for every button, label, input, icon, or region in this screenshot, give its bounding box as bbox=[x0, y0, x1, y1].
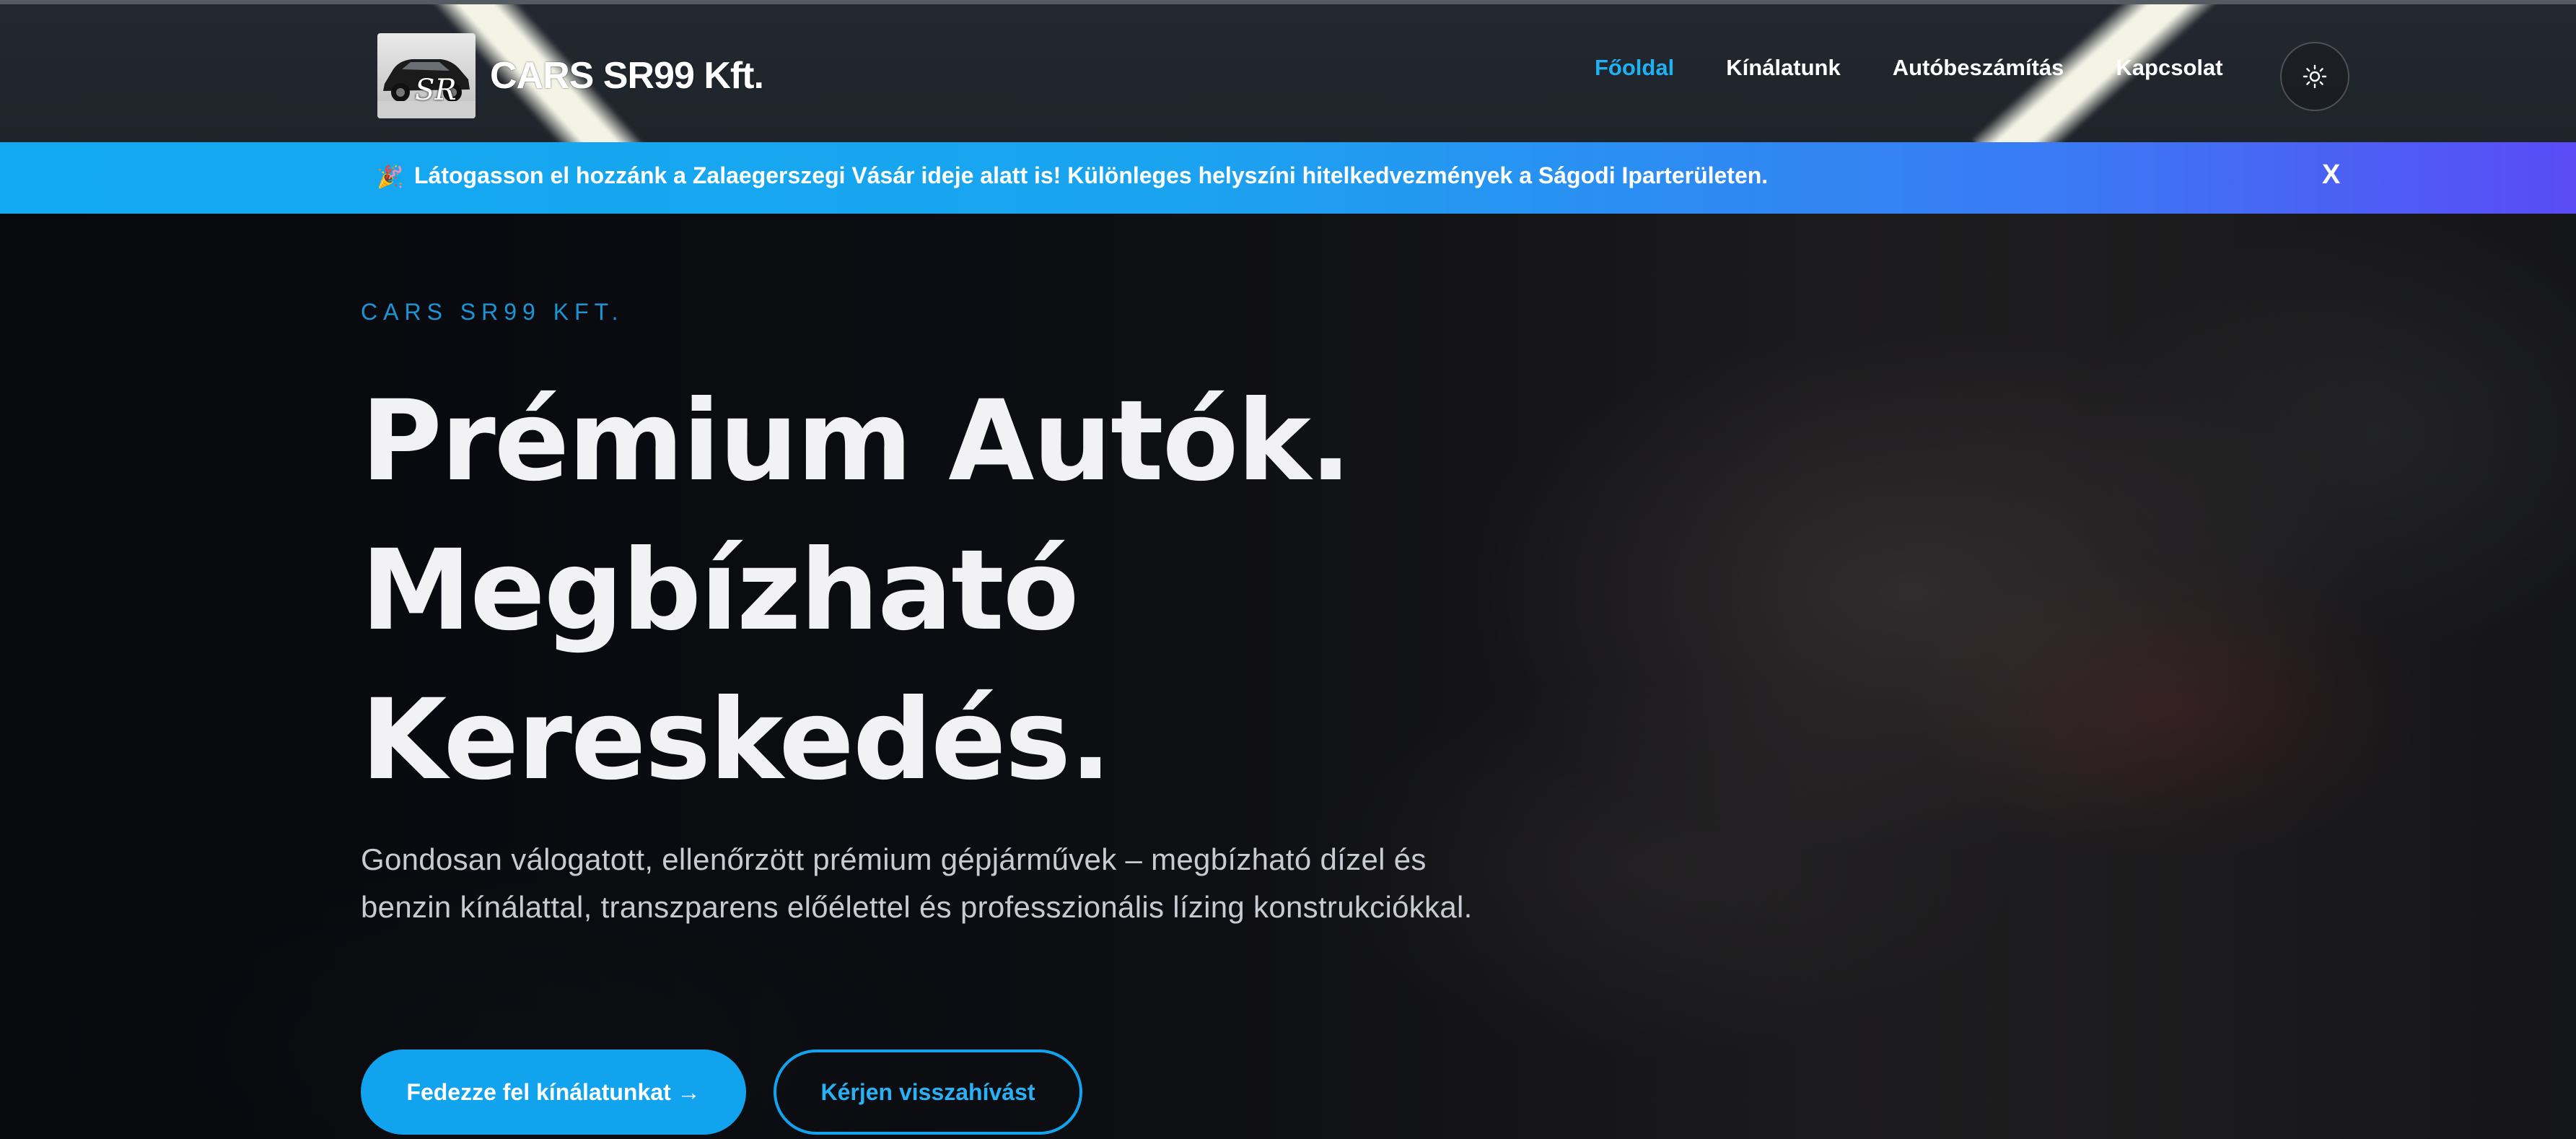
hero-headline: Prémium Autók. Megbízható Kereskedés. bbox=[361, 367, 1351, 815]
logo-letters: SR bbox=[415, 74, 457, 107]
headline-line: Kereskedés. bbox=[361, 676, 1112, 805]
page: SR CARS SR99 Kft. Főoldal Kínálatunk Aut… bbox=[0, 0, 2576, 1139]
party-popper-icon: 🎉 bbox=[377, 165, 404, 189]
announcement-close-button[interactable]: X bbox=[2322, 160, 2340, 191]
nav-link-offers[interactable]: Kínálatunk bbox=[1726, 55, 1840, 81]
nav-link-contact[interactable]: Kapcsolat bbox=[2116, 55, 2222, 81]
theme-toggle-button[interactable] bbox=[2280, 42, 2349, 111]
nav-link-trade-in[interactable]: Autóbeszámítás bbox=[1893, 55, 2064, 81]
sun-icon bbox=[2303, 64, 2327, 89]
announcement-bar: 🎉 Látogasson el hozzánk a Zalaegerszegi … bbox=[0, 142, 2576, 214]
hero-description: Gondosan válogatott, ellenőrzött prémium… bbox=[361, 842, 1473, 924]
nav-link-home[interactable]: Főoldal bbox=[1595, 55, 1674, 81]
announcement-text: Látogasson el hozzánk a Zalaegerszegi Vá… bbox=[414, 162, 1769, 188]
explore-offers-button[interactable]: Fedezze fel kínálatunkat → bbox=[361, 1049, 746, 1135]
main-nav: Főoldal Kínálatunk Autóbeszámítás Kapcso… bbox=[1595, 55, 2223, 81]
site-header: SR CARS SR99 Kft. Főoldal Kínálatunk Aut… bbox=[0, 0, 2576, 142]
logo-car-icon: SR bbox=[377, 33, 476, 118]
brand-name: CARS SR99 Kft. bbox=[490, 55, 764, 97]
request-callback-button[interactable]: Kérjen visszahívást bbox=[774, 1049, 1082, 1135]
hero-eyebrow: CARS SR99 KFT. bbox=[361, 299, 624, 325]
brand-logo[interactable]: SR CARS SR99 Kft. bbox=[377, 33, 764, 118]
headline-line: Prémium Autók. bbox=[361, 377, 1351, 506]
headline-line: Megbízható bbox=[361, 526, 1079, 655]
